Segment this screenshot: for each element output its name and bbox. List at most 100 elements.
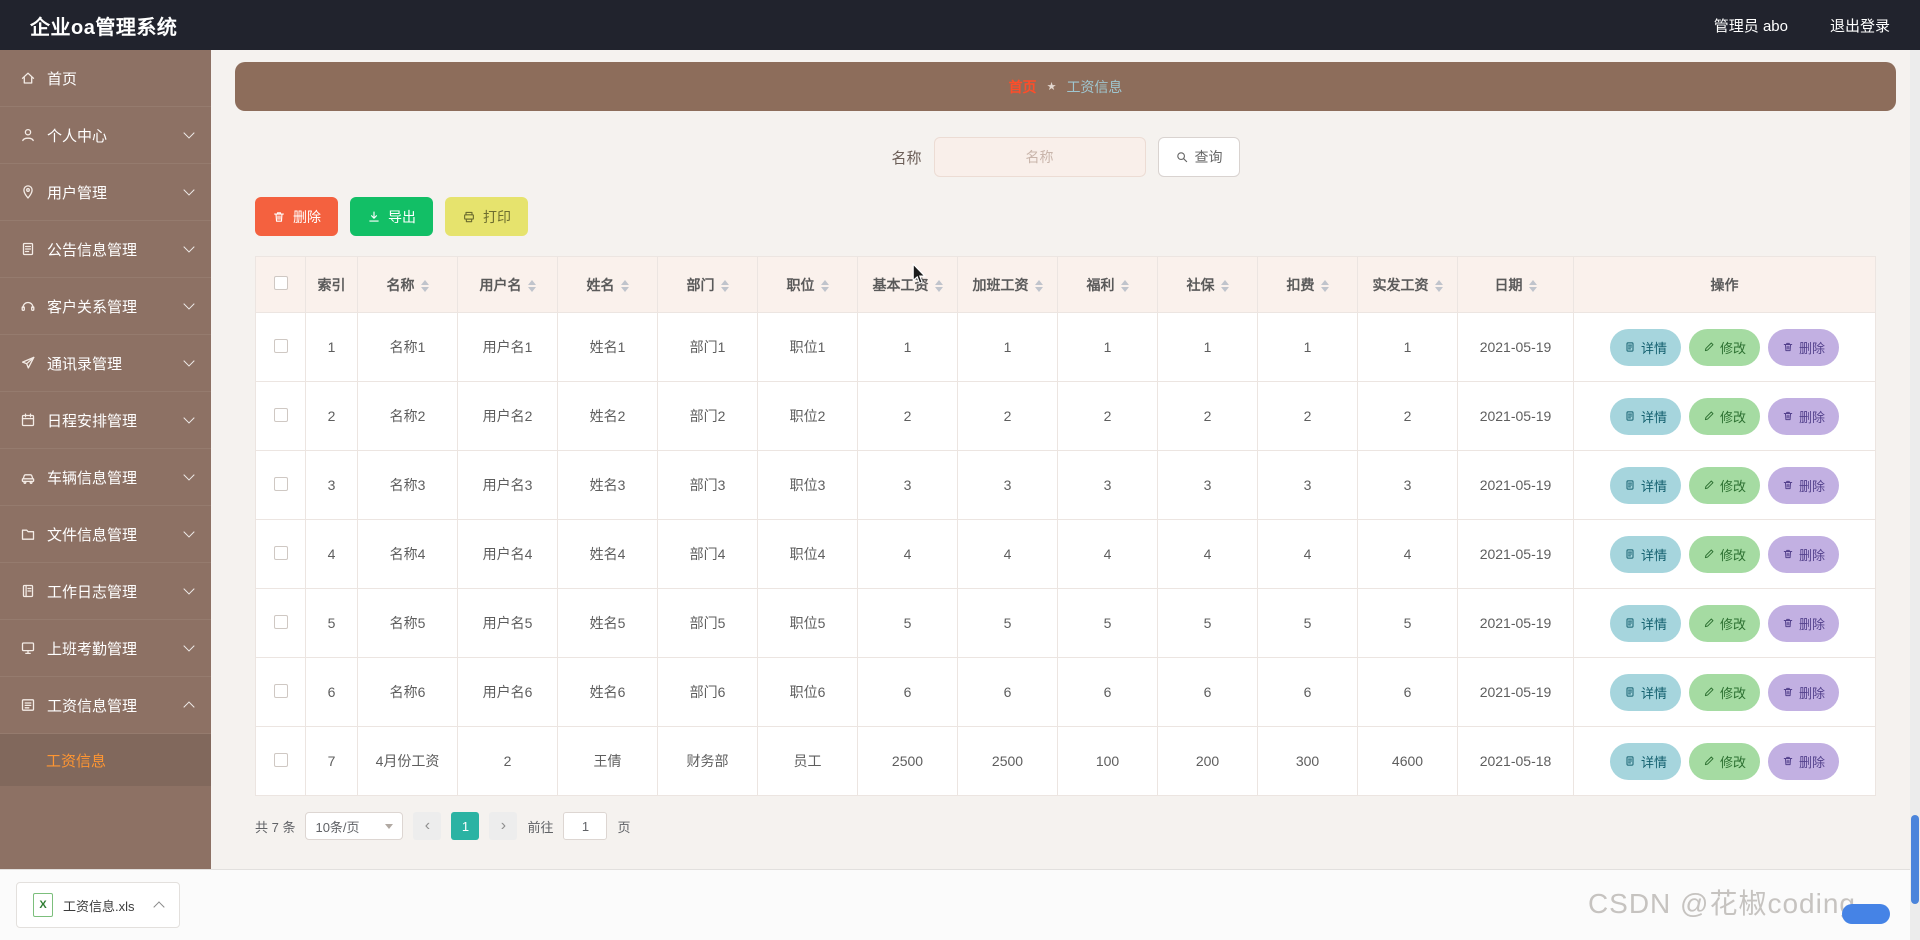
column-header-overtime-pay[interactable]: 加班工资 [957,256,1058,313]
sort-icon[interactable] [1120,279,1129,292]
sidebar-item-user-management[interactable]: 用户管理 [0,164,211,221]
content-body: 删除 导出 打印 索引 名称 用户名 姓名 部门 职位 基本工资 加班工资 福利… [255,197,1876,840]
cell-department: 部门2 [657,381,758,451]
app-header: 企业oa管理系统 管理员 abo 退出登录 [0,0,1920,50]
column-header-actual-pay[interactable]: 实发工资 [1357,256,1458,313]
row-checkbox[interactable] [273,338,288,353]
worklog-icon [20,583,36,599]
page-number-1[interactable]: 1 [451,812,480,840]
row-checkbox[interactable] [273,752,288,767]
detail-button[interactable]: 详情 [1609,466,1681,504]
sort-icon[interactable] [934,279,943,292]
sort-icon[interactable] [1528,279,1537,292]
sort-icon[interactable] [1434,279,1443,292]
sidebar: 首页 个人中心 用户管理 公告信息管理 客户关系管理 通讯录管理 日程安排管理 车辆信息管理文… [0,50,211,940]
delete-button[interactable]: 删除 [255,197,338,236]
row-checkbox[interactable] [273,683,288,698]
row-delete-button[interactable]: 删除 [1768,466,1840,504]
export-button[interactable]: 导出 [350,197,433,236]
edit-button[interactable]: 修改 [1688,535,1760,573]
edit-button[interactable]: 修改 [1688,604,1760,642]
row-delete-button[interactable]: 删除 [1768,328,1840,366]
sidebar-item-customer-relation-management[interactable]: 客户关系管理 [0,278,211,335]
row-delete-button[interactable]: 删除 [1768,604,1840,642]
cell-position: 职位1 [757,312,858,382]
scrollbar-thumb[interactable] [1911,815,1919,905]
detail-button[interactable]: 详情 [1609,328,1681,366]
column-header-deduction[interactable]: 扣费 [1257,256,1358,313]
row-delete-button[interactable]: 删除 [1768,742,1840,780]
sidebar-item-announcement-management[interactable]: 公告信息管理 [0,221,211,278]
row-checkbox[interactable] [273,476,288,491]
sort-icon[interactable] [620,279,629,292]
row-checkbox[interactable] [273,614,288,629]
edit-button[interactable]: 修改 [1688,466,1760,504]
next-page-button[interactable]: › [489,812,518,840]
downloaded-file-chip[interactable]: X 工资信息.xls [16,882,180,928]
search-button[interactable]: 查询 [1157,137,1240,177]
sort-icon[interactable] [820,279,829,292]
detail-button[interactable]: 详情 [1609,673,1681,711]
sidebar-item-schedule-management[interactable]: 日程安排管理 [0,392,211,449]
sidebar-item-worklog-management[interactable]: 工作日志管理 [0,563,211,620]
breadcrumb-home[interactable]: 首页 [1009,77,1037,97]
row-delete-button[interactable]: 删除 [1768,673,1840,711]
cell-index: 4 [305,519,358,589]
row-checkbox[interactable] [273,407,288,422]
column-header-social-security[interactable]: 社保 [1157,256,1258,313]
blue-badge [1842,904,1890,924]
cell-actions: 详情 修改 删除 [1573,312,1876,382]
column-header-date[interactable]: 日期 [1457,256,1574,313]
sort-icon[interactable] [527,279,536,292]
logout-link[interactable]: 退出登录 [1830,15,1890,36]
sidebar-item-file-management[interactable]: 文件信息管理 [0,506,211,563]
cell-deduction: 5 [1257,588,1358,658]
column-header-department[interactable]: 部门 [657,256,758,313]
column-header-position[interactable]: 职位 [757,256,858,313]
select-all-checkbox[interactable] [273,276,288,290]
sort-icon[interactable] [1220,279,1229,292]
detail-button[interactable]: 详情 [1609,742,1681,780]
row-delete-button[interactable]: 删除 [1768,397,1840,435]
goto-page-input[interactable] [563,812,608,840]
column-header-welfare[interactable]: 福利 [1057,256,1158,313]
edit-button[interactable]: 修改 [1688,328,1760,366]
trash-icon [1782,617,1794,629]
salary-table: 索引 名称 用户名 姓名 部门 职位 基本工资 加班工资 福利 社保 扣费 实发工资 日期 操作 1 名称1… [255,256,1876,796]
prev-page-button[interactable]: ‹ [413,812,442,840]
edit-button[interactable]: 修改 [1688,742,1760,780]
edit-button[interactable]: 修改 [1688,673,1760,711]
sidebar-subitem-salary-info[interactable]: 工资信息 [0,734,211,786]
sidebar-item-vehicle-management[interactable]: 车辆信息管理 [0,449,211,506]
sort-icon[interactable] [420,279,429,292]
sort-icon[interactable] [720,279,729,292]
sort-icon[interactable] [1034,279,1043,292]
detail-button[interactable]: 详情 [1609,397,1681,435]
column-header-realname[interactable]: 姓名 [557,256,658,313]
sidebar-item-attendance-management[interactable]: 上班考勤管理 [0,620,211,677]
row-delete-button[interactable]: 删除 [1768,535,1840,573]
goto-label: 前往 [527,819,554,835]
edit-button[interactable]: 修改 [1688,397,1760,435]
detail-button[interactable]: 详情 [1609,604,1681,642]
page-size-select[interactable]: 10条/页 [305,812,404,840]
cell-position: 职位2 [757,381,858,451]
column-header-username[interactable]: 用户名 [457,256,558,313]
chevron-down-icon [183,127,195,139]
select-all-cell [255,256,306,313]
sidebar-item-contacts-management[interactable]: 通讯录管理 [0,335,211,392]
sidebar-item-personal-center[interactable]: 个人中心 [0,107,211,164]
sidebar-item-salary-management[interactable]: 工资信息管理 [0,677,211,734]
column-header-base-salary[interactable]: 基本工资 [857,256,958,313]
page-scrollbar[interactable] [1910,50,1920,940]
detail-button[interactable]: 详情 [1609,535,1681,573]
search-input[interactable] [933,137,1146,177]
row-checkbox[interactable] [273,545,288,560]
chevron-up-icon[interactable] [152,901,165,913]
sidebar-item-home[interactable]: 首页 [0,50,211,107]
cell-index: 1 [305,312,358,382]
print-button[interactable]: 打印 [445,197,528,236]
column-header-name[interactable]: 名称 [357,256,458,313]
sort-icon[interactable] [1320,279,1329,292]
chevron-down-icon [183,640,195,652]
